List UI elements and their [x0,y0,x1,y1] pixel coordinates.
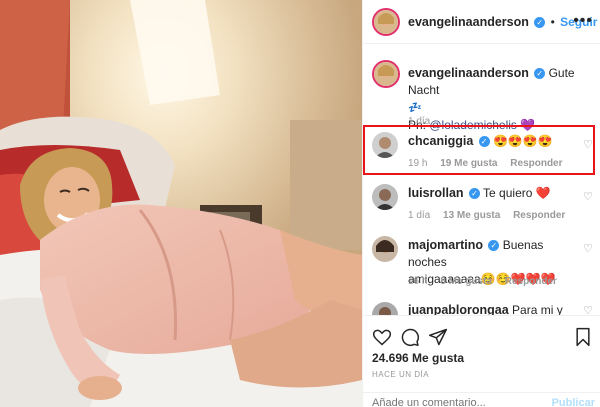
sleep-emoji-icon: 💤 [408,102,422,114]
commenter-avatar[interactable] [372,236,398,262]
comment-likes[interactable]: 13 Me gusta [443,210,500,221]
publish-button[interactable]: Publicar [552,397,595,407]
post-timestamp[interactable]: HACE UN DÍA [372,370,429,379]
reply-button[interactable]: Responder [505,276,557,287]
comment-time[interactable]: 16 h [408,276,427,287]
reply-button[interactable]: Responder [513,210,565,221]
caption: evangelinaanderson ✓ Gute Nacht 💤 Ph: @l… [363,60,600,132]
comment-input[interactable] [372,397,522,407]
share-send-icon[interactable] [428,327,448,350]
comment-item: juanpablorongaa Para mi y con ♡ [363,302,600,316]
post-panel: evangelinaanderson ✓ • Seguir ••• evange… [362,0,600,407]
comment-text: Te quiero ❤️ [483,186,551,200]
comment-item: luisrollan ✓ Te quiero ❤️ ♡ 1 día 13 Me … [363,184,600,224]
verified-badge-icon: ✓ [488,240,500,252]
comment-time[interactable]: 1 día [408,210,430,221]
comment-bubble-icon[interactable] [400,327,420,350]
separator-dot: • [550,15,555,29]
like-comment-icon[interactable]: ♡ [583,242,593,255]
author-username[interactable]: evangelinaanderson [408,15,529,29]
commenter-username[interactable]: luisrollan [408,186,464,200]
verified-badge-icon: ✓ [534,17,546,29]
author-avatar[interactable] [372,8,400,36]
comment-item: majomartino ✓ Buenas noches amigaaaaaaa☺… [363,236,600,292]
comment-likes[interactable]: 8 Me gusta [440,276,492,287]
save-bookmark-icon[interactable] [574,327,592,350]
likes-count[interactable]: 24.696 Me gusta [372,351,464,365]
commenter-username[interactable]: majomartino [408,238,483,252]
caption-avatar[interactable] [372,60,400,88]
caption-username[interactable]: evangelinaanderson [408,66,529,80]
post-photo [0,0,362,407]
add-comment-bar: Publicar [363,392,600,407]
like-comment-icon[interactable]: ♡ [583,190,593,203]
highlight-box [363,125,595,175]
post-header: evangelinaanderson ✓ • Seguir ••• [363,0,600,44]
commenter-avatar[interactable] [372,184,398,210]
verified-badge-icon: ✓ [468,188,480,200]
verified-badge-icon: ✓ [534,68,546,80]
like-heart-icon[interactable] [372,327,392,350]
more-options-icon[interactable]: ••• [573,12,593,30]
commenter-avatar[interactable] [372,302,398,316]
